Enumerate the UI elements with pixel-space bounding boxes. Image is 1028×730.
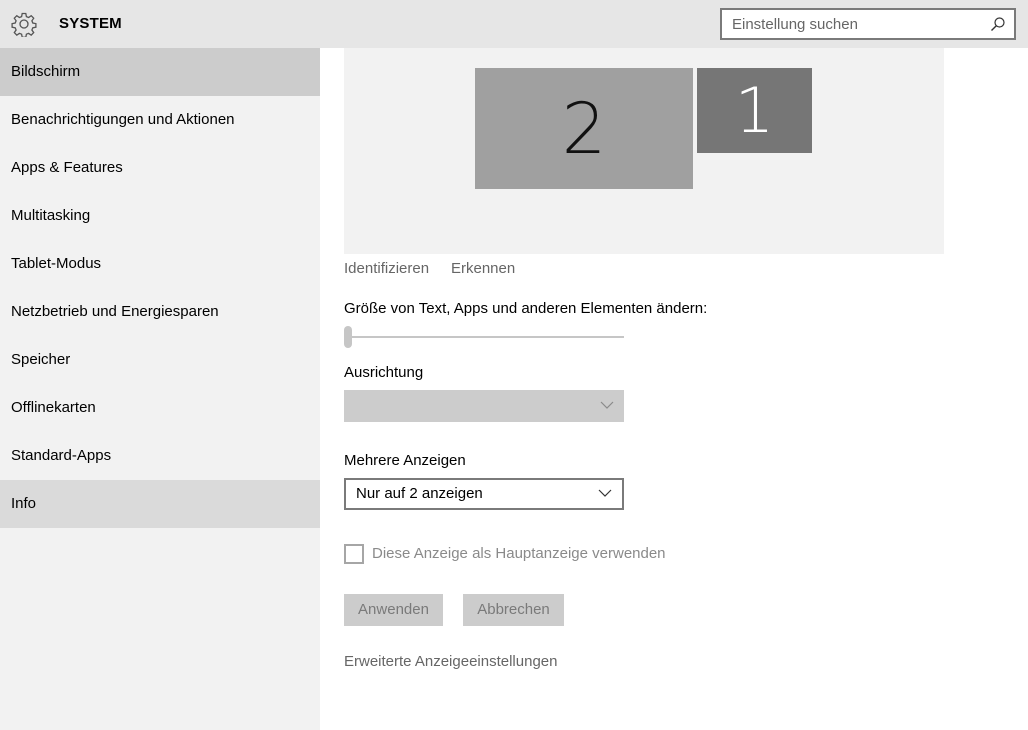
multiple-displays-label: Mehrere Anzeigen [344, 452, 466, 469]
cancel-button[interactable]: Abbrechen [463, 594, 564, 626]
sidebar-item-bildschirm[interactable]: Bildschirm [0, 48, 320, 96]
title-bar: SYSTEM [0, 0, 1028, 48]
chevron-down-icon [600, 401, 614, 409]
identify-link[interactable]: Identifizieren [344, 260, 429, 277]
sidebar-item-tablet-modus[interactable]: Tablet-Modus [0, 240, 320, 288]
scale-label: Größe von Text, Apps und anderen Element… [344, 300, 708, 317]
scale-slider-thumb[interactable] [344, 326, 352, 348]
sidebar-item-apps-features[interactable]: Apps & Features [0, 144, 320, 192]
search-input[interactable] [722, 10, 982, 38]
chevron-down-icon [598, 489, 612, 497]
detect-link[interactable]: Erkennen [451, 260, 515, 277]
search-box[interactable] [720, 8, 1016, 40]
advanced-settings-link[interactable]: Erweiterte Anzeigeeinstellungen [344, 653, 557, 670]
display-preview: 2 1 [344, 48, 944, 254]
multiple-displays-value: Nur auf 2 anzeigen [356, 485, 483, 502]
sidebar-item-netzbetrieb[interactable]: Netzbetrieb und Energiesparen [0, 288, 320, 336]
sidebar-item-standard-apps[interactable]: Standard-Apps [0, 432, 320, 480]
sidebar-item-info[interactable]: Info [0, 480, 320, 528]
sidebar-item-benachrichtigungen[interactable]: Benachrichtigungen und Aktionen [0, 96, 320, 144]
main-display-checkbox-label: Diese Anzeige als Hauptanzeige verwenden [372, 545, 666, 562]
page-title: SYSTEM [59, 15, 122, 32]
orientation-dropdown[interactable] [344, 390, 624, 422]
monitor-2[interactable]: 2 [475, 68, 693, 189]
sidebar-item-multitasking[interactable]: Multitasking [0, 192, 320, 240]
sidebar: Bildschirm Benachrichtigungen und Aktion… [0, 48, 320, 730]
orientation-label: Ausrichtung [344, 364, 424, 381]
search-icon[interactable] [990, 16, 1006, 32]
apply-button[interactable]: Anwenden [344, 594, 443, 626]
main-panel: 2 1 Identifizieren Erkennen Größe von Te… [320, 48, 1028, 730]
scale-slider-track[interactable] [344, 336, 624, 338]
gear-icon [11, 12, 37, 37]
monitor-1[interactable]: 1 [697, 68, 812, 153]
sidebar-item-speicher[interactable]: Speicher [0, 336, 320, 384]
main-display-checkbox[interactable] [344, 544, 364, 564]
multiple-displays-dropdown[interactable]: Nur auf 2 anzeigen [344, 478, 624, 510]
sidebar-item-offlinekarten[interactable]: Offlinekarten [0, 384, 320, 432]
